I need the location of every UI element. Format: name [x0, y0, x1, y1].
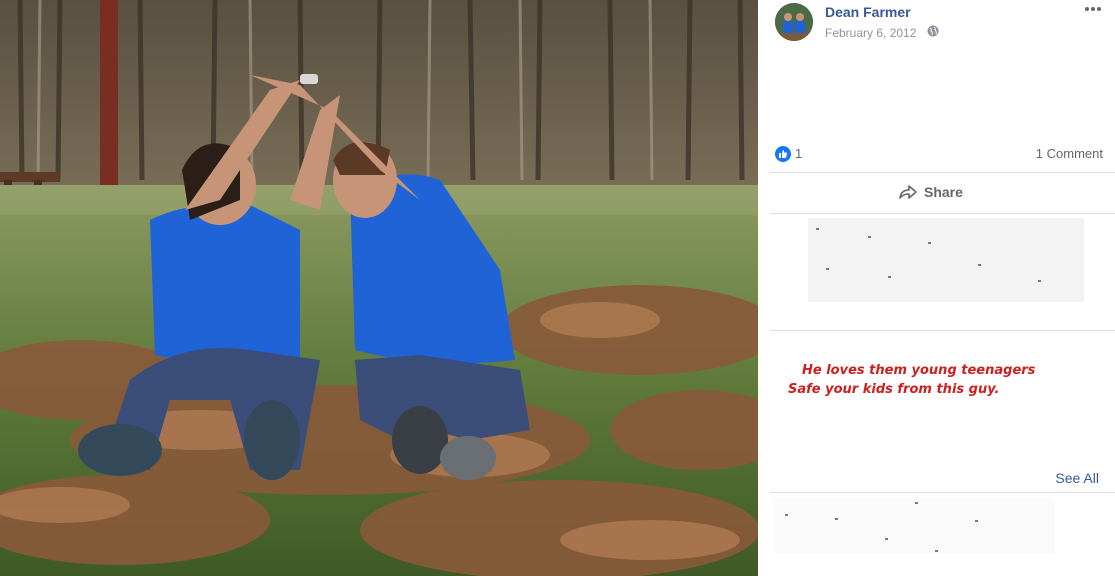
post-photo[interactable]: [0, 0, 758, 576]
redaction-mark: [1038, 280, 1041, 282]
divider: [770, 172, 1115, 173]
divider: [770, 330, 1115, 331]
redaction-mark: [868, 236, 871, 238]
photo-scene: [0, 0, 758, 576]
redaction-mark: [978, 264, 981, 266]
redaction-mark: [928, 242, 931, 244]
redaction-mark: [885, 538, 888, 540]
redaction-mark: [888, 276, 891, 278]
comment-count[interactable]: 1 Comment: [1036, 146, 1103, 161]
post-date[interactable]: February 6, 2012: [825, 26, 916, 40]
avatar[interactable]: [775, 3, 813, 41]
redaction-mark: [785, 514, 788, 516]
share-arrow-icon: [899, 185, 917, 199]
redaction-mark: [935, 550, 938, 552]
divider: [770, 213, 1115, 214]
post-sidebar: Dean Farmer February 6, 2012 1 1 Comment…: [758, 0, 1115, 576]
overlay-line-2: Safe your kids from this guy.: [788, 382, 1000, 397]
overlay-caption: He loves them young teenagers Safe your …: [788, 361, 1035, 399]
share-label: Share: [924, 184, 963, 200]
see-all-link[interactable]: See All: [1055, 470, 1099, 486]
like-icon[interactable]: [775, 146, 791, 162]
globe-icon: [927, 25, 939, 37]
redaction-mark: [826, 268, 829, 270]
redaction-mark: [835, 518, 838, 520]
redaction-mark: [975, 520, 978, 522]
redaction-mark: [816, 228, 819, 230]
redacted-comment: [775, 498, 1055, 554]
author-name[interactable]: Dean Farmer: [825, 4, 911, 20]
redaction-mark: [915, 502, 918, 504]
divider: [770, 492, 1115, 493]
like-count[interactable]: 1: [795, 146, 802, 161]
share-button[interactable]: Share: [898, 180, 963, 204]
more-horizontal-icon[interactable]: [1084, 4, 1102, 14]
overlay-line-1: He loves them young teenagers: [802, 363, 1036, 378]
redacted-comment: [808, 218, 1084, 302]
